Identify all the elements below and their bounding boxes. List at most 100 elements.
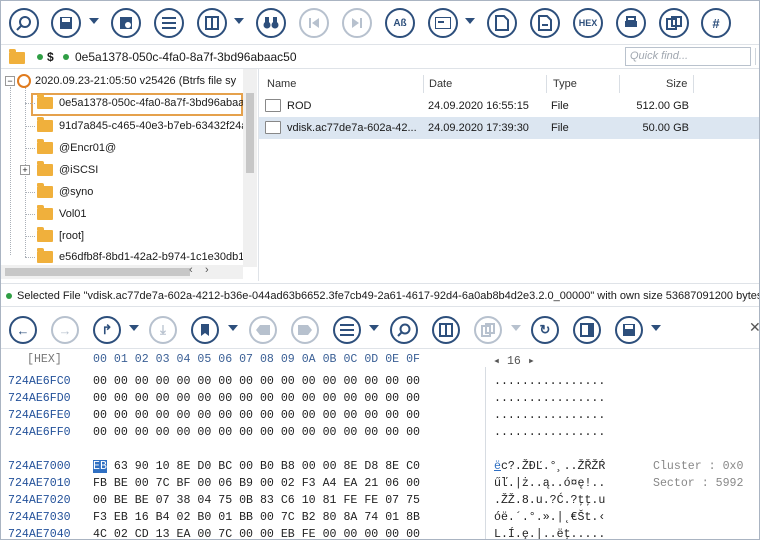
scroll-thumb[interactable] — [246, 93, 254, 173]
find-icon[interactable] — [390, 316, 418, 344]
document-settings-icon[interactable] — [487, 8, 517, 38]
hex-row[interactable]: 724AE6FE0 00 00 00 00 00 00 00 00 00 00 … — [1, 409, 759, 426]
tree-item[interactable]: Vol01 — [37, 204, 87, 224]
hex-ascii[interactable]: óë.´.°.».|˛€Št.‹ — [494, 511, 605, 524]
bookmark-dropdown-icon[interactable] — [228, 325, 238, 331]
view-dropdown-icon[interactable] — [465, 18, 475, 24]
collapse-icon[interactable]: − — [5, 76, 15, 86]
column-date[interactable]: Date — [429, 73, 452, 95]
tree-root[interactable]: − 2020.09.23-21:05:50 v25426 (Btrfs file… — [5, 71, 236, 91]
hex-ascii[interactable]: űľ.|ż..ą..ó¤ę!.. — [494, 477, 605, 490]
hex-row[interactable]: 724AE6FC0 00 00 00 00 00 00 00 00 00 00 … — [1, 375, 759, 392]
download-icon[interactable]: ⤓ — [149, 316, 177, 344]
hex-ascii[interactable]: ................ — [494, 426, 605, 439]
scroll-thumb[interactable] — [5, 268, 190, 276]
column-size[interactable]: Size — [666, 73, 687, 95]
column-name[interactable]: Name — [267, 73, 296, 95]
path-segment[interactable]: 0e5a1378-050c-4fa0-8a7f-3bd96abaac50 — [75, 50, 297, 64]
jump-dropdown-icon[interactable] — [129, 325, 139, 331]
forward-icon[interactable]: → — [51, 316, 79, 344]
next-icon[interactable] — [342, 8, 372, 38]
hex-bytes[interactable]: 00 00 00 00 00 00 00 00 00 00 00 00 00 0… — [93, 409, 420, 422]
document-edit-icon[interactable] — [530, 8, 560, 38]
hex-icon[interactable]: HEX — [573, 8, 603, 38]
panel-icon[interactable] — [573, 316, 601, 344]
file-row-selected[interactable]: vdisk.ac77de7a-602a-42... 24.09.2020 17:… — [259, 117, 759, 139]
tree-item[interactable]: 0e5a1378-050c-4fa0-8a7f-3bd96abaa — [37, 93, 244, 113]
back-icon[interactable]: ← — [9, 316, 37, 344]
hex-row[interactable]: 724AE6FD0 00 00 00 00 00 00 00 00 00 00 … — [1, 392, 759, 409]
previous-icon[interactable] — [299, 8, 329, 38]
hex-bytes[interactable]: 00 00 00 00 00 00 00 00 00 00 00 00 00 0… — [93, 392, 420, 405]
bookmark-icon[interactable] — [191, 316, 219, 344]
hex-bytes[interactable]: 00 00 00 00 00 00 00 00 00 00 00 00 00 0… — [93, 426, 420, 439]
list-view-dropdown-icon[interactable] — [369, 325, 379, 331]
print-icon[interactable] — [616, 8, 646, 38]
close-icon[interactable]: ✕ — [749, 319, 759, 336]
layout-icon[interactable] — [432, 316, 460, 344]
tree-item[interactable]: @syno — [37, 182, 93, 202]
tag-next-icon[interactable] — [291, 316, 319, 344]
hex-row[interactable]: 724AE7000 EB 63 90 10 8E D0 BC 00 B0 B8 … — [1, 460, 759, 477]
hex-row[interactable]: 724AE7030 F3 EB 16 B4 02 B0 01 BB 00 7C … — [1, 511, 759, 528]
scroll-left-icon[interactable]: ‹ — [189, 264, 193, 276]
hex-ascii[interactable]: .ŽŽ.8.u.?Ć.?ţţ.u — [494, 494, 605, 507]
hex-bytes[interactable]: F3 EB 16 B4 02 B0 01 BB 00 7C B2 80 8A 7… — [93, 511, 420, 524]
hex-bytes[interactable]: 00 BE BE 07 38 04 75 0B 83 C6 10 81 FE F… — [93, 494, 420, 507]
tree-vertical-scrollbar[interactable] — [243, 69, 257, 267]
tree-item[interactable]: 91d7a845-c465-40e3-b7eb-63432f24a — [37, 116, 247, 136]
file-type: File — [551, 122, 569, 134]
hex-ascii[interactable]: ................ — [494, 392, 605, 405]
tree-item[interactable]: + @iSCSI — [20, 160, 98, 180]
tree-item[interactable]: e56dfb8f-8bd1-42a2-b974-1c1e30db1 — [37, 247, 244, 267]
jump-icon[interactable]: ↱ — [93, 316, 121, 344]
tree-item[interactable]: [root] — [37, 226, 84, 246]
cursor-byte[interactable]: EB — [93, 460, 107, 473]
hex-bytes[interactable]: FB BE 00 7C BF 00 06 B9 00 02 F3 A4 EA 2… — [93, 477, 420, 490]
hash-icon[interactable]: # — [701, 8, 731, 38]
hex-ascii[interactable]: ................ — [494, 375, 605, 388]
save-icon[interactable] — [51, 8, 81, 38]
hex-ascii[interactable]: L.Í.ę.|..ëţ..... — [494, 528, 605, 539]
view-icon[interactable] — [428, 8, 458, 38]
copy-dropdown-icon[interactable] — [511, 325, 521, 331]
scroll-right-icon[interactable]: › — [205, 264, 209, 276]
save-dropdown-icon[interactable] — [651, 325, 661, 331]
save-icon[interactable] — [615, 316, 643, 344]
tag-icon[interactable] — [249, 316, 277, 344]
binoculars-icon[interactable] — [256, 8, 286, 38]
save-dropdown-icon[interactable] — [89, 18, 99, 24]
text-search-icon[interactable]: Aß — [385, 8, 415, 38]
copy-icon[interactable] — [474, 316, 502, 344]
hex-bytes[interactable]: 4C 02 CD 13 EA 00 7C 00 00 EB FE 00 00 0… — [93, 528, 420, 539]
hex-row[interactable]: 724AE7010 FB BE 00 7C BF 00 06 B9 00 02 … — [1, 477, 759, 494]
cluster-info: Cluster : 0x0 — [653, 460, 744, 473]
quick-find-input[interactable]: Quick find... — [625, 47, 751, 66]
file-row[interactable]: ROD 24.09.2020 16:55:15 File 512.00 GB — [259, 95, 759, 117]
hex-ascii[interactable]: ëc?.ŽĐĽ.°¸..ŽŘŽŔ — [494, 460, 605, 473]
list-view-icon[interactable] — [333, 316, 361, 344]
page-navigator[interactable]: ◂ 16 ▸ — [493, 353, 535, 368]
status-text: Selected File "vdisk.ac77de7a-602a-4212-… — [17, 290, 760, 302]
save-settings-icon[interactable] — [111, 8, 141, 38]
partitions-dropdown-icon[interactable] — [234, 18, 244, 24]
hex-bytes[interactable]: EB 63 90 10 8E D0 BC 00 B0 B8 00 00 8E D… — [93, 460, 420, 473]
search-icon[interactable] — [9, 8, 39, 38]
hex-ascii[interactable]: ................ — [494, 409, 605, 422]
hex-bytes[interactable]: 00 00 00 00 00 00 00 00 00 00 00 00 00 0… — [93, 375, 420, 388]
hex-row[interactable]: 724AE6FF0 00 00 00 00 00 00 00 00 00 00 … — [1, 426, 759, 443]
partitions-icon[interactable] — [197, 8, 227, 38]
tree-item-label: @syno — [59, 186, 94, 198]
compare-icon[interactable] — [659, 8, 689, 38]
refresh-icon[interactable]: ↻ — [531, 316, 559, 344]
column-type[interactable]: Type — [553, 73, 577, 95]
tree-horizontal-scrollbar[interactable]: ‹ › — [1, 264, 243, 279]
status-bar: Selected File "vdisk.ac77de7a-602a-4212-… — [1, 283, 760, 307]
tree-item[interactable]: @Encr01@ — [37, 138, 116, 158]
hex-row[interactable]: 724AE7020 00 BE BE 07 38 04 75 0B 83 C6 … — [1, 494, 759, 511]
expand-icon[interactable]: + — [20, 165, 30, 175]
hex-row[interactable]: 724AE7040 4C 02 CD 13 EA 00 7C 00 00 EB … — [1, 528, 759, 539]
folder-icon — [37, 205, 53, 220]
path-root[interactable]: $ — [47, 50, 54, 64]
list-icon[interactable] — [154, 8, 184, 38]
